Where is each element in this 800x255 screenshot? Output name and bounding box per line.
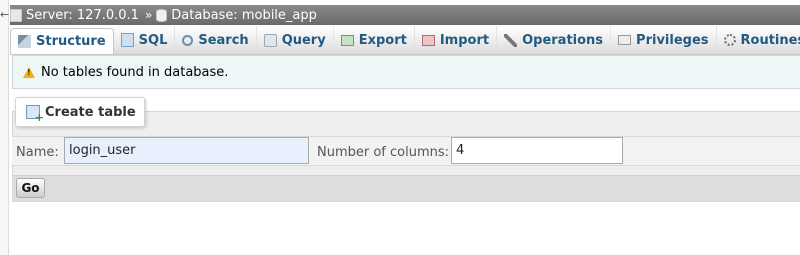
query-icon: [263, 33, 277, 47]
notice-message: No tables found in database.: [12, 55, 800, 89]
tab-import[interactable]: Import: [415, 26, 498, 54]
routines-icon: [723, 34, 736, 46]
collapse-arrow-icon[interactable]: ←: [0, 8, 10, 21]
export-icon: [340, 34, 354, 46]
left-gutter: [0, 0, 9, 255]
tab-export[interactable]: Export: [334, 26, 415, 54]
table-name-label: Name:: [16, 145, 59, 160]
tab-query[interactable]: Query: [257, 26, 334, 54]
table-add-icon: [26, 105, 44, 124]
breadcrumb-database[interactable]: Database: mobile_app: [156, 8, 319, 23]
wrench-icon: [504, 33, 518, 47]
columns-input[interactable]: 4: [451, 137, 623, 164]
tab-privileges[interactable]: Privileges: [611, 26, 717, 54]
create-table-legend: Create table: [15, 97, 145, 127]
create-table-legend-label: Create table: [45, 104, 136, 120]
tab-operations[interactable]: Operations: [497, 26, 612, 54]
tab-label: Search: [198, 32, 249, 48]
import-icon: [421, 34, 435, 46]
breadcrumb: Server: 127.0.0.1 » Database: mobile_app: [10, 5, 800, 25]
privileges-icon: [618, 35, 632, 45]
server-icon: [10, 8, 22, 22]
go-button[interactable]: Go: [16, 178, 45, 198]
tab-label: Export: [358, 32, 407, 48]
top-menu-tabs: Structure SQL Search Query Export Import…: [10, 26, 800, 55]
tab-search[interactable]: Search: [175, 26, 257, 54]
tab-sql[interactable]: SQL: [114, 26, 176, 54]
tab-label: Operations: [522, 32, 604, 48]
tab-label: Import: [439, 32, 490, 48]
breadcrumb-server[interactable]: Server: 127.0.0.1: [10, 8, 141, 23]
breadcrumb-separator: »: [144, 8, 153, 22]
columns-label: Number of columns:: [317, 145, 450, 160]
tab-label: SQL: [138, 32, 168, 48]
form-button-bar: [12, 175, 800, 201]
structure-icon: [18, 35, 31, 48]
tab-label: Privileges: [636, 32, 709, 48]
notice-text: No tables found in database.: [41, 64, 229, 80]
database-icon: [156, 8, 168, 22]
tab-routines[interactable]: Routines: [717, 26, 800, 54]
warning-icon: [23, 66, 35, 78]
sql-icon: [120, 33, 134, 47]
table-name-input[interactable]: login_user: [64, 137, 309, 164]
tab-label: Routines: [740, 32, 800, 48]
breadcrumb-server-label[interactable]: Server: 127.0.0.1: [26, 8, 139, 23]
breadcrumb-database-label[interactable]: Database: mobile_app: [171, 8, 317, 23]
tab-label: Structure: [36, 34, 106, 49]
tab-label: Query: [281, 32, 326, 48]
tab-structure[interactable]: Structure: [10, 28, 114, 54]
search-icon: [182, 34, 194, 46]
